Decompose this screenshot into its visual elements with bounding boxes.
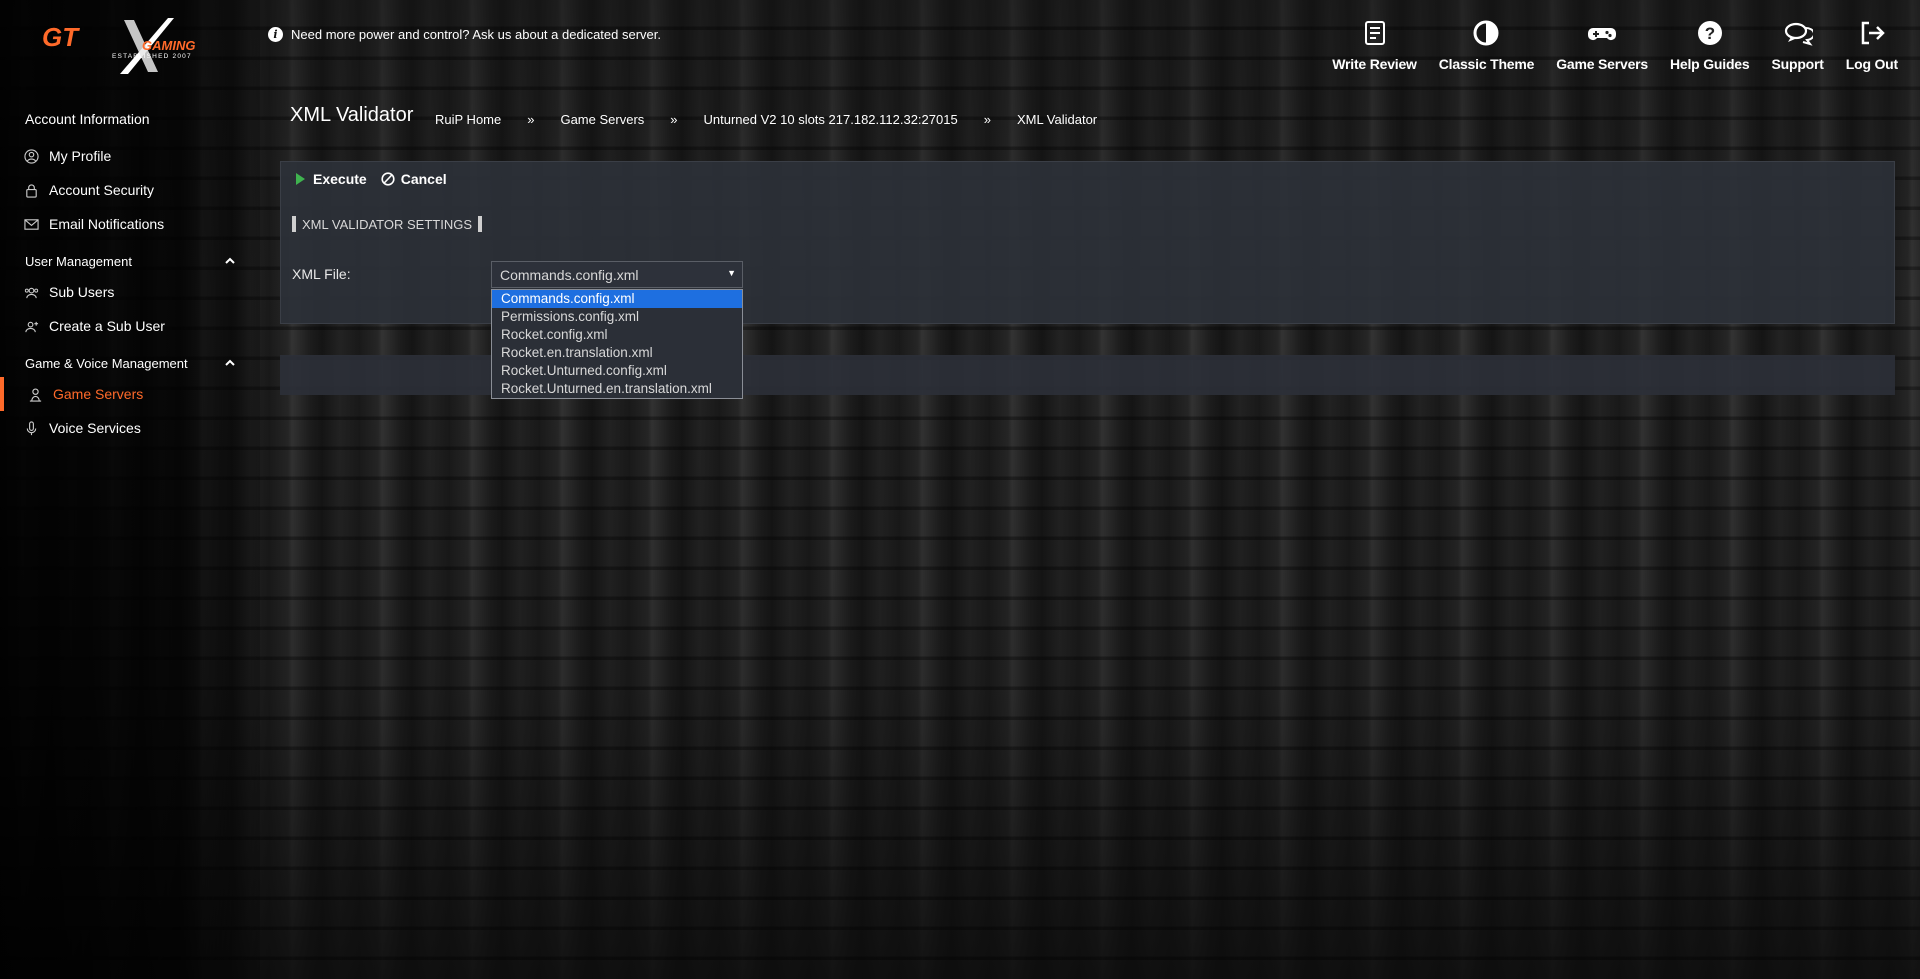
breadcrumb-separator: » [670,112,678,127]
section-bar-right [478,216,482,232]
breadcrumb-separator: » [983,112,991,127]
svg-text:GAMING: GAMING [142,38,195,53]
sidebar-item-my-profile[interactable]: My Profile [0,139,250,173]
dropdown-option[interactable]: Rocket.Unturned.config.xml [492,362,742,380]
breadcrumb-game-servers[interactable]: Game Servers [560,112,644,127]
help-icon: ? [1697,21,1722,45]
breadcrumb-separator: » [527,112,535,127]
server-user-icon [29,388,42,402]
sidebar-item-account-security[interactable]: Account Security [0,173,250,207]
section-title: XML VALIDATOR SETTINGS [292,216,482,232]
info-icon: i [268,27,283,42]
dropdown-option[interactable]: Rocket.config.xml [492,326,742,344]
logout-icon [1861,21,1885,45]
promo-text: Need more power and control? Ask us abou… [291,27,661,42]
page-title: XML Validator [290,104,414,126]
logo-text: GT [42,22,80,52]
sidebar-heading-account: Account Information [25,111,150,127]
dropdown-option[interactable]: Rocket.en.translation.xml [492,344,742,362]
microphone-icon [26,420,37,435]
nav-help-guides[interactable]: ? Help Guides [1670,18,1750,72]
dropdown-option[interactable]: Rocket.Unturned.en.translation.xml [492,380,742,398]
sidebar: Account Information My Profile Account S… [0,105,250,445]
background-overlay [0,0,1920,979]
nav-log-out[interactable]: Log Out [1846,18,1898,72]
promo-banner[interactable]: i Need more power and control? Ask us ab… [268,27,661,42]
sidebar-heading-user-management[interactable]: User Management [0,247,250,275]
sidebar-heading-game-voice[interactable]: Game & Voice Management [0,349,250,377]
xml-file-dropdown: Commands.config.xml Permissions.config.x… [491,289,743,399]
contrast-icon [1473,20,1499,46]
review-icon [1364,21,1385,45]
envelope-icon [24,218,39,230]
dropdown-option[interactable]: Permissions.config.xml [492,308,742,326]
top-navigation: Write Review Classic Theme Game Servers … [1332,18,1898,72]
section-bar-left [292,216,296,232]
chevron-up-icon [225,359,235,366]
dropdown-option[interactable]: Commands.config.xml [492,290,742,308]
execute-button[interactable]: Execute [293,171,367,187]
cancel-icon [381,172,395,186]
lock-icon [26,183,37,198]
caret-down-icon: ▼ [727,268,736,278]
breadcrumb-server[interactable]: Unturned V2 10 slots 217.182.112.32:2701… [704,112,958,127]
chevron-up-icon [225,257,235,264]
gtx-gaming-logo[interactable]: GT GAMING ESTABLISHED 2007 [40,12,220,78]
user-circle-icon [24,148,39,164]
nav-classic-theme[interactable]: Classic Theme [1439,18,1534,72]
breadcrumb-current: XML Validator [1016,112,1098,127]
users-icon [24,287,39,298]
svg-text:?: ? [1705,24,1715,43]
sidebar-item-voice-services[interactable]: Voice Services [0,411,250,445]
nav-support[interactable]: Support [1771,18,1824,72]
sidebar-item-email-notifications[interactable]: Email Notifications [0,207,250,241]
sidebar-item-game-servers[interactable]: Game Servers [0,377,250,411]
user-plus-icon [25,321,39,332]
sidebar-item-sub-users[interactable]: Sub Users [0,275,250,309]
xml-file-select[interactable]: Commands.config.xml ▼ [491,261,743,288]
nav-game-servers[interactable]: Game Servers [1556,18,1648,72]
breadcrumb-home[interactable]: RuiP Home [435,112,501,127]
sidebar-item-create-sub-user[interactable]: Create a Sub User [0,309,250,343]
breadcrumb: RuiP Home » Game Servers » Unturned V2 1… [435,112,1097,127]
select-value: Commands.config.xml [500,266,639,283]
gamepad-icon [1588,28,1617,40]
nav-write-review[interactable]: Write Review [1332,18,1417,72]
toolbar: Execute Cancel [293,171,447,187]
logo-subtext: ESTABLISHED 2007 [112,53,192,60]
cancel-button[interactable]: Cancel [381,171,447,187]
xml-file-label: XML File: [292,266,351,282]
play-icon [296,173,305,185]
chat-icon [1784,22,1813,46]
